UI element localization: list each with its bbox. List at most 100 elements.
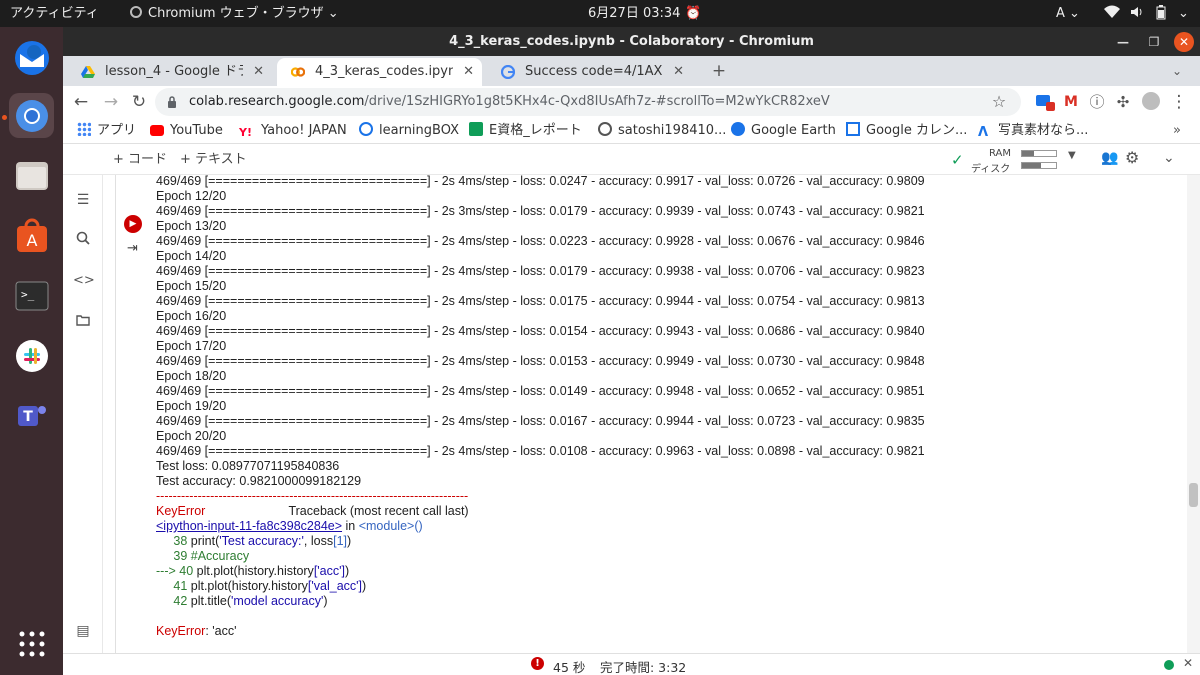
epoch-progress: 469/469 [==============================]… (156, 414, 925, 428)
epoch-label: Epoch 19/20 (156, 399, 227, 413)
forward-arrow-icon[interactable]: → (99, 90, 123, 114)
resources-dropdown-icon[interactable]: ▼ (1068, 150, 1076, 161)
profile-avatar[interactable] (1139, 90, 1163, 114)
code-text: print( (190, 534, 220, 548)
line-number: 39 (156, 549, 191, 563)
line-number: 38 (156, 534, 191, 548)
epoch-progress: 469/469 [==============================]… (156, 175, 925, 188)
settings-gear-icon[interactable]: ⚙ (1125, 148, 1139, 167)
tab-search-icon[interactable]: ⌄ (1165, 59, 1189, 83)
app-menu[interactable]: Chromium ウェブ・ブラウザ ⌄ (130, 0, 339, 27)
code-snippets-icon[interactable]: <> (73, 271, 95, 291)
activities-button[interactable]: アクティビティ (10, 0, 99, 27)
teams-icon[interactable]: T (9, 393, 54, 438)
bookmark-yahoo[interactable]: Y! Yahoo! JAPAN (239, 117, 347, 144)
show-apps-icon[interactable] (9, 621, 54, 666)
elapsed-time: 45 秒 (553, 660, 586, 675)
collapse-header-icon[interactable]: ⌄ (1163, 150, 1175, 166)
connection-dot-icon (1164, 660, 1174, 670)
terminal-icon[interactable]: >_ (9, 273, 54, 318)
epoch-label: Epoch 20/20 (156, 429, 227, 443)
search-icon[interactable] (73, 231, 93, 251)
share-users-icon[interactable]: 👥 (1101, 150, 1118, 166)
close-status-icon[interactable]: ✕ (1183, 656, 1193, 670)
tab-close-icon[interactable]: ✕ (673, 58, 684, 86)
address-bar[interactable]: colab.research.google.com/drive/1SzHIGRY… (155, 88, 1021, 116)
bookmark-label: Google Earth (751, 123, 836, 138)
url-host: colab.research.google.com (189, 94, 365, 109)
browser-menu-icon[interactable]: ⋮ (1167, 90, 1191, 114)
reload-icon[interactable]: ↻ (127, 90, 151, 114)
bookmark-youtube[interactable]: YouTube (150, 117, 223, 144)
tab-close-icon[interactable]: ✕ (463, 58, 474, 86)
notebook-scrollbar[interactable] (1187, 175, 1200, 653)
slack-icon[interactable] (9, 333, 54, 378)
files-folder-icon[interactable] (73, 312, 93, 332)
traceback-code-line: 39 #Accuracy (156, 549, 1156, 564)
system-menu-chevron-icon[interactable]: ⌄ (1178, 0, 1189, 27)
extension-cast-icon[interactable] (1031, 90, 1055, 114)
bookmark-google-earth[interactable]: Google Earth (731, 117, 836, 144)
gmail-icon[interactable]: M (1059, 90, 1083, 114)
epoch-label: Epoch 14/20 (156, 249, 227, 263)
input-method-indicator[interactable]: A ⌄ (1056, 0, 1080, 27)
disk-usage-bar (1021, 162, 1057, 169)
browser-toolbar: ← → ↻ colab.research.google.com/drive/1S… (63, 86, 1200, 117)
thunderbird-icon[interactable] (9, 35, 54, 80)
epoch-progress: 469/469 [==============================]… (156, 354, 925, 368)
url-path: /drive/1SzHIGRYo1g8t5KHx4c-Qxd8IUsAfh7z-… (364, 94, 830, 109)
tab-google-drive[interactable]: lesson_4 - Google ドライブ ✕ (67, 58, 272, 86)
resources-indicator[interactable]: ✓ RAM ディスク ▼ (951, 145, 1081, 175)
add-text-button[interactable]: + テキスト (180, 145, 247, 175)
table-of-contents-icon[interactable]: ☰ (73, 190, 93, 210)
final-error-line: KeyError: 'acc' (156, 624, 1156, 639)
clock[interactable]: 6月27日 03:34 (588, 0, 680, 27)
bookmarks-overflow-icon[interactable]: » (1173, 117, 1181, 144)
alarm-icon[interactable]: ⏰ (685, 0, 701, 27)
battery-icon[interactable] (1156, 0, 1166, 27)
google-earth-icon (731, 122, 745, 136)
code-text: , loss (303, 534, 334, 548)
bookmark-learningbox[interactable]: learningBOX (359, 117, 459, 144)
tab-success-code[interactable]: Success code=4/1AX4XfW ✕ (487, 58, 692, 86)
status-bar: ! 45 秒 完了時間: 3:32 ✕ (63, 653, 1200, 675)
bookmark-star-icon[interactable]: ☆ (987, 90, 1011, 114)
epoch-label: Epoch 13/20 (156, 219, 227, 233)
bookmark-apps[interactable]: アプリ (77, 117, 136, 144)
ipython-input-link[interactable]: <ipython-input-11-fa8c398c284e> (156, 519, 342, 533)
files-icon[interactable] (9, 153, 54, 198)
epoch-label: Epoch 17/20 (156, 339, 227, 353)
restore-icon[interactable]: ❐ (1144, 32, 1164, 52)
software-store-icon[interactable]: A (9, 213, 54, 258)
new-tab-button[interactable]: + (707, 59, 731, 83)
tab-close-icon[interactable]: ✕ (253, 58, 264, 86)
progress-line: 469/469 [==============================]… (156, 234, 1156, 249)
connected-check-icon: ✓ (951, 151, 964, 169)
close-window-icon[interactable]: ✕ (1174, 32, 1194, 52)
add-code-button[interactable]: + コード (113, 145, 167, 175)
bookmark-e-shikaku[interactable]: E資格_レポート (469, 117, 582, 144)
chromium-small-icon (130, 6, 142, 18)
bookmark-google-calendar[interactable]: Google カレン... (846, 117, 967, 144)
chromium-icon[interactable] (9, 93, 54, 138)
command-palette-icon[interactable]: ▤ (73, 621, 93, 641)
traceback-separator: ----------------------------------------… (156, 489, 469, 503)
colab-icon (291, 67, 305, 77)
svg-text:T: T (23, 409, 33, 425)
separator-line: ----------------------------------------… (156, 489, 1156, 504)
wifi-icon[interactable] (1104, 0, 1120, 27)
bookmark-photo-site[interactable]: Λ 写真素材なら... (978, 117, 1088, 144)
traceback-code-line: ---> 40 plt.plot(history.history['acc']) (156, 564, 1156, 579)
minimize-icon[interactable]: — (1113, 32, 1133, 52)
ram-label: RAM (989, 148, 1012, 159)
bookmark-satoshi[interactable]: satoshi198410... (598, 117, 726, 144)
progress-line: 469/469 [==============================]… (156, 414, 1156, 429)
info-icon[interactable]: ⓘ (1085, 90, 1109, 114)
volume-icon[interactable] (1130, 0, 1144, 27)
extensions-puzzle-icon[interactable]: ✣ (1111, 90, 1135, 114)
code-text: ) (347, 534, 352, 548)
tab-colab[interactable]: 4_3_keras_codes.ipynb - C ✕ (277, 58, 482, 86)
scrollbar-thumb[interactable] (1189, 483, 1198, 507)
error-name: KeyError (156, 504, 206, 518)
back-arrow-icon[interactable]: ← (69, 90, 93, 114)
